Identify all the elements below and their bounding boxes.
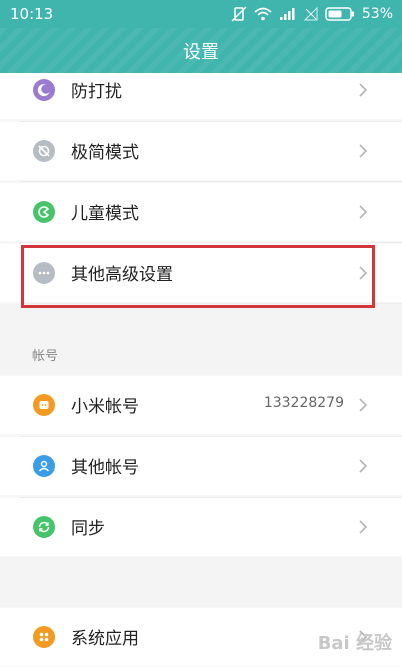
status-time: 10:13 bbox=[10, 5, 54, 23]
setting-label: 系统应用 bbox=[71, 629, 139, 649]
divider bbox=[20, 181, 402, 182]
setting-row-sync[interactable]: 同步 bbox=[0, 498, 402, 556]
chevron-right-icon bbox=[359, 205, 368, 219]
watermark: Bai 经验 bbox=[317, 633, 392, 654]
sync-icon bbox=[33, 516, 55, 538]
setting-row-child-mode[interactable]: 儿童模式 bbox=[0, 183, 402, 241]
setting-label: 防打扰 bbox=[71, 82, 122, 102]
mi-account-icon bbox=[33, 394, 55, 416]
battery-percent: 53% bbox=[361, 6, 393, 22]
apps-icon bbox=[33, 626, 55, 648]
battery-icon bbox=[325, 7, 354, 21]
signal-empty-icon bbox=[303, 7, 318, 21]
minimal-mode-icon bbox=[33, 140, 55, 162]
setting-row-minimal-mode[interactable]: 极简模式 bbox=[0, 122, 402, 180]
chevron-right-icon bbox=[359, 144, 368, 158]
status-icons: 53% bbox=[231, 5, 393, 23]
setting-label: 同步 bbox=[71, 519, 105, 539]
setting-label: 小米帐号 bbox=[71, 397, 139, 417]
status-bar: 10:13 53% bbox=[0, 0, 402, 28]
highlight-box bbox=[21, 245, 375, 308]
setting-label: 极简模式 bbox=[71, 143, 139, 163]
settings-list: 防打扰 极简模式 儿童模式 其他高级设置 帐号 小米帐号 133228279 其… bbox=[0, 73, 402, 667]
divider bbox=[20, 242, 402, 243]
title-bar: 设置 bbox=[0, 28, 402, 73]
section-gap bbox=[0, 304, 402, 374]
setting-row-do-not-disturb[interactable]: 防打扰 bbox=[0, 73, 402, 119]
chevron-right-icon bbox=[359, 398, 368, 412]
section-header-account: 帐号 bbox=[32, 349, 59, 364]
child-mode-icon bbox=[33, 201, 55, 223]
chevron-right-icon bbox=[359, 83, 368, 97]
user-icon bbox=[33, 455, 55, 477]
setting-row-mi-account[interactable]: 小米帐号 133228279 bbox=[0, 376, 402, 434]
chevron-right-icon bbox=[359, 459, 368, 473]
signal-icon bbox=[279, 8, 295, 20]
wifi-icon bbox=[254, 7, 272, 21]
moon-icon bbox=[33, 79, 55, 101]
chevron-right-icon bbox=[359, 520, 368, 534]
silent-vibrate-icon bbox=[231, 6, 247, 22]
setting-row-other-accounts[interactable]: 其他帐号 bbox=[0, 437, 402, 495]
page-title: 设置 bbox=[183, 42, 219, 63]
account-id: 133228279 bbox=[263, 395, 344, 411]
setting-label: 儿童模式 bbox=[71, 204, 139, 224]
setting-label: 其他帐号 bbox=[71, 458, 139, 478]
section-gap bbox=[0, 557, 402, 607]
